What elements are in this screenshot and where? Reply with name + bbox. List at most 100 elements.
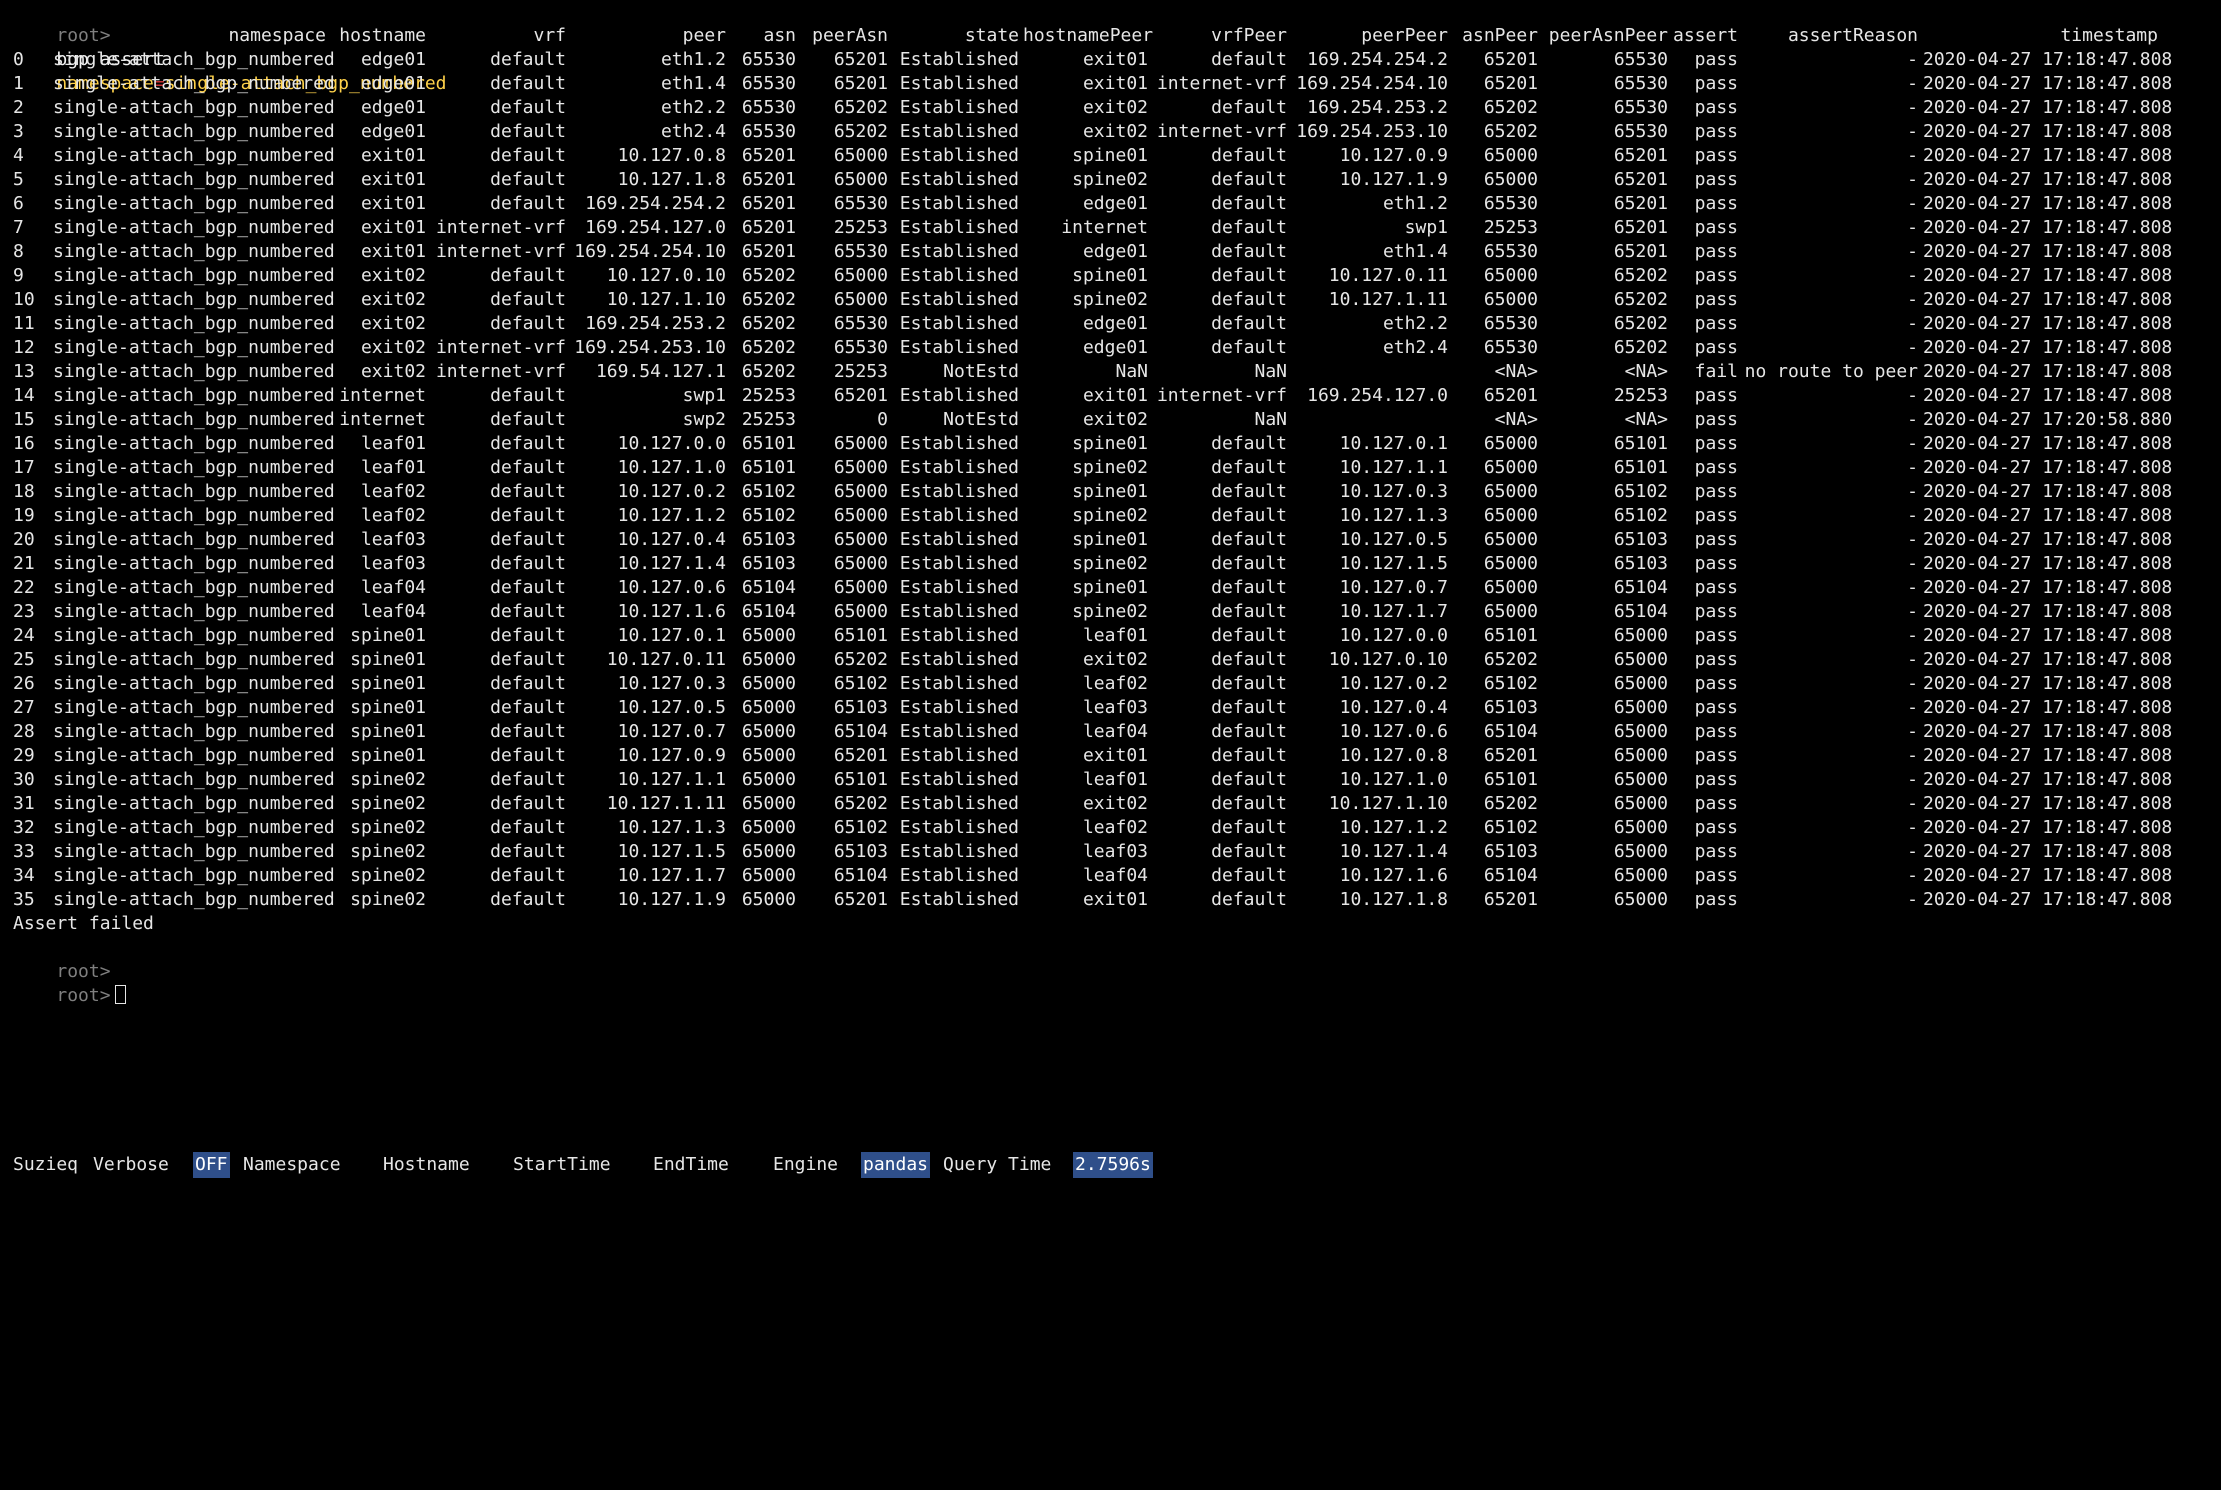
cell-hostname-peer: leaf03 [1082,841,1148,862]
cell-row-index: 1 [13,73,24,94]
cell-asn-peer: 65202 [1483,97,1538,118]
cell-peer-asn: 65201 [833,745,888,766]
status-hostname-label[interactable]: Hostname [383,1152,470,1178]
status-namespace-label[interactable]: Namespace [243,1152,341,1178]
cell-assert: pass [1694,769,1738,790]
status-starttime-label[interactable]: StartTime [513,1152,611,1178]
cell-row-index: 22 [13,577,35,598]
cell-timestamp: 2020-04-27 17:20:58.880 [1923,409,2173,430]
cell-namespace: single-attach_bgp_numbered [53,121,335,142]
cell-peer-asn-peer: 65000 [1613,769,1668,790]
cell-namespace: single-attach_bgp_numbered [53,841,335,862]
cell-peer-asn: 65000 [833,529,888,550]
cell-asn: 65202 [741,289,796,310]
cell-namespace: single-attach_bgp_numbered [53,745,335,766]
table-row: 25 single-attach_bgp_numbered spine01 defau… [13,648,2173,672]
cell-assert: pass [1694,841,1738,862]
cell-asn: 65104 [741,601,796,622]
cell-assert: pass [1694,793,1738,814]
prompt-label: root> [56,985,111,1006]
status-engine-value[interactable]: pandas [861,1152,931,1178]
cell-vrf-peer: default [1211,721,1287,742]
cell-peer-asn-peer: 65000 [1613,673,1668,694]
cell-hostname-peer: exit02 [1082,97,1148,118]
cell-timestamp: 2020-04-27 17:18:47.808 [1923,697,2173,718]
cell-asn-peer: 65530 [1483,193,1538,214]
cell-timestamp: 2020-04-27 17:18:47.808 [1923,121,2173,142]
cell-vrf-peer: default [1211,289,1287,310]
cell-hostname-peer: spine02 [1072,457,1148,478]
cell-vrf-peer: default [1211,553,1287,574]
cell-vrf: internet-vrf [435,337,566,358]
cell-peer-asn-peer: 65530 [1613,49,1668,70]
cell-asn: 65530 [741,97,796,118]
cell-peer: 169.254.253.2 [585,313,726,334]
cell-state: Established [899,217,1019,238]
cell-namespace: single-attach_bgp_numbered [53,193,335,214]
cell-hostname: edge01 [360,121,426,142]
cell-vrf-peer: default [1211,889,1287,910]
cell-asn-peer: 65101 [1483,769,1538,790]
cell-peer-asn-peer: 65202 [1613,313,1668,334]
cell-hostname-peer: spine01 [1072,529,1148,550]
cell-hostname: leaf04 [360,577,426,598]
status-verbose-value[interactable]: OFF [193,1152,230,1178]
cell-row-index: 11 [13,313,35,334]
cell-peer-asn: 65000 [833,145,888,166]
cell-assert: pass [1694,313,1738,334]
cell-vrf-peer: default [1211,793,1287,814]
cell-peer-peer: swp1 [1404,217,1448,238]
cell-vrf-peer: default [1211,193,1287,214]
cell-asn: 65202 [741,337,796,358]
cell-assert: pass [1694,673,1738,694]
empty-prompt-line: root> [13,936,110,982]
cell-namespace: single-attach_bgp_numbered [53,577,335,598]
cell-peer: 10.127.1.8 [617,169,726,190]
cell-peer-asn: 65104 [833,721,888,742]
status-endtime-label[interactable]: EndTime [653,1152,729,1178]
cell-asn: 65000 [741,673,796,694]
cell-assert: pass [1694,889,1738,910]
cell-hostname-peer: leaf02 [1082,817,1148,838]
cell-hostname-peer: edge01 [1082,241,1148,262]
cell-peer-asn: 65000 [833,481,888,502]
cell-vrf: default [490,817,566,838]
cell-peer-peer [1293,360,1448,384]
cell-vrf: default [490,193,566,214]
cell-row-index: 10 [13,289,35,310]
cell-assert-reason: - [1907,697,1918,718]
table-row: 1 single-attach_bgp_numbered edge01 default… [13,72,2173,96]
cell-state: Established [899,601,1019,622]
active-prompt-line[interactable]: root> [13,960,126,1006]
cell-assert-reason: - [1907,865,1918,886]
cell-vrf-peer: NaN [1254,409,1287,430]
status-verbose-label: Verbose [93,1154,169,1175]
cell-row-index: 16 [13,433,35,454]
cell-hostname: leaf03 [360,529,426,550]
cell-timestamp: 2020-04-27 17:18:47.808 [1923,97,2173,118]
cell-asn: 65202 [741,313,796,334]
cell-peer-peer: 169.254.254.10 [1296,73,1448,94]
cell-vrf: default [490,169,566,190]
cell-peer-peer: eth1.4 [1382,241,1448,262]
cell-hostname-peer: edge01 [1082,337,1148,358]
cell-hostname-peer: exit01 [1082,889,1148,910]
cell-hostname: internet [339,409,426,430]
cell-state: Established [899,241,1019,262]
cell-assert-reason: - [1907,313,1918,334]
cell-row-index: 15 [13,409,35,430]
cell-peer-asn-peer: 65000 [1613,865,1668,886]
cell-namespace: single-attach_bgp_numbered [53,289,335,310]
terminal-window[interactable]: root> bgp assert namespace=single-attach… [0,0,2221,1201]
cell-assert-reason: - [1907,577,1918,598]
cell-asn-peer: 65000 [1483,601,1538,622]
cell-asn: 65201 [741,145,796,166]
cell-row-index: 21 [13,553,35,574]
cell-vrf: internet-vrf [435,361,566,382]
cell-peer-asn: 65000 [833,289,888,310]
cell-peer-peer: 10.127.1.3 [1339,505,1448,526]
cell-peer-peer: 10.127.0.3 [1339,481,1448,502]
table-row: 15 single-attach_bgp_numbered internet defa… [13,408,2173,432]
cell-state: Established [899,625,1019,646]
cell-state: Established [899,697,1019,718]
